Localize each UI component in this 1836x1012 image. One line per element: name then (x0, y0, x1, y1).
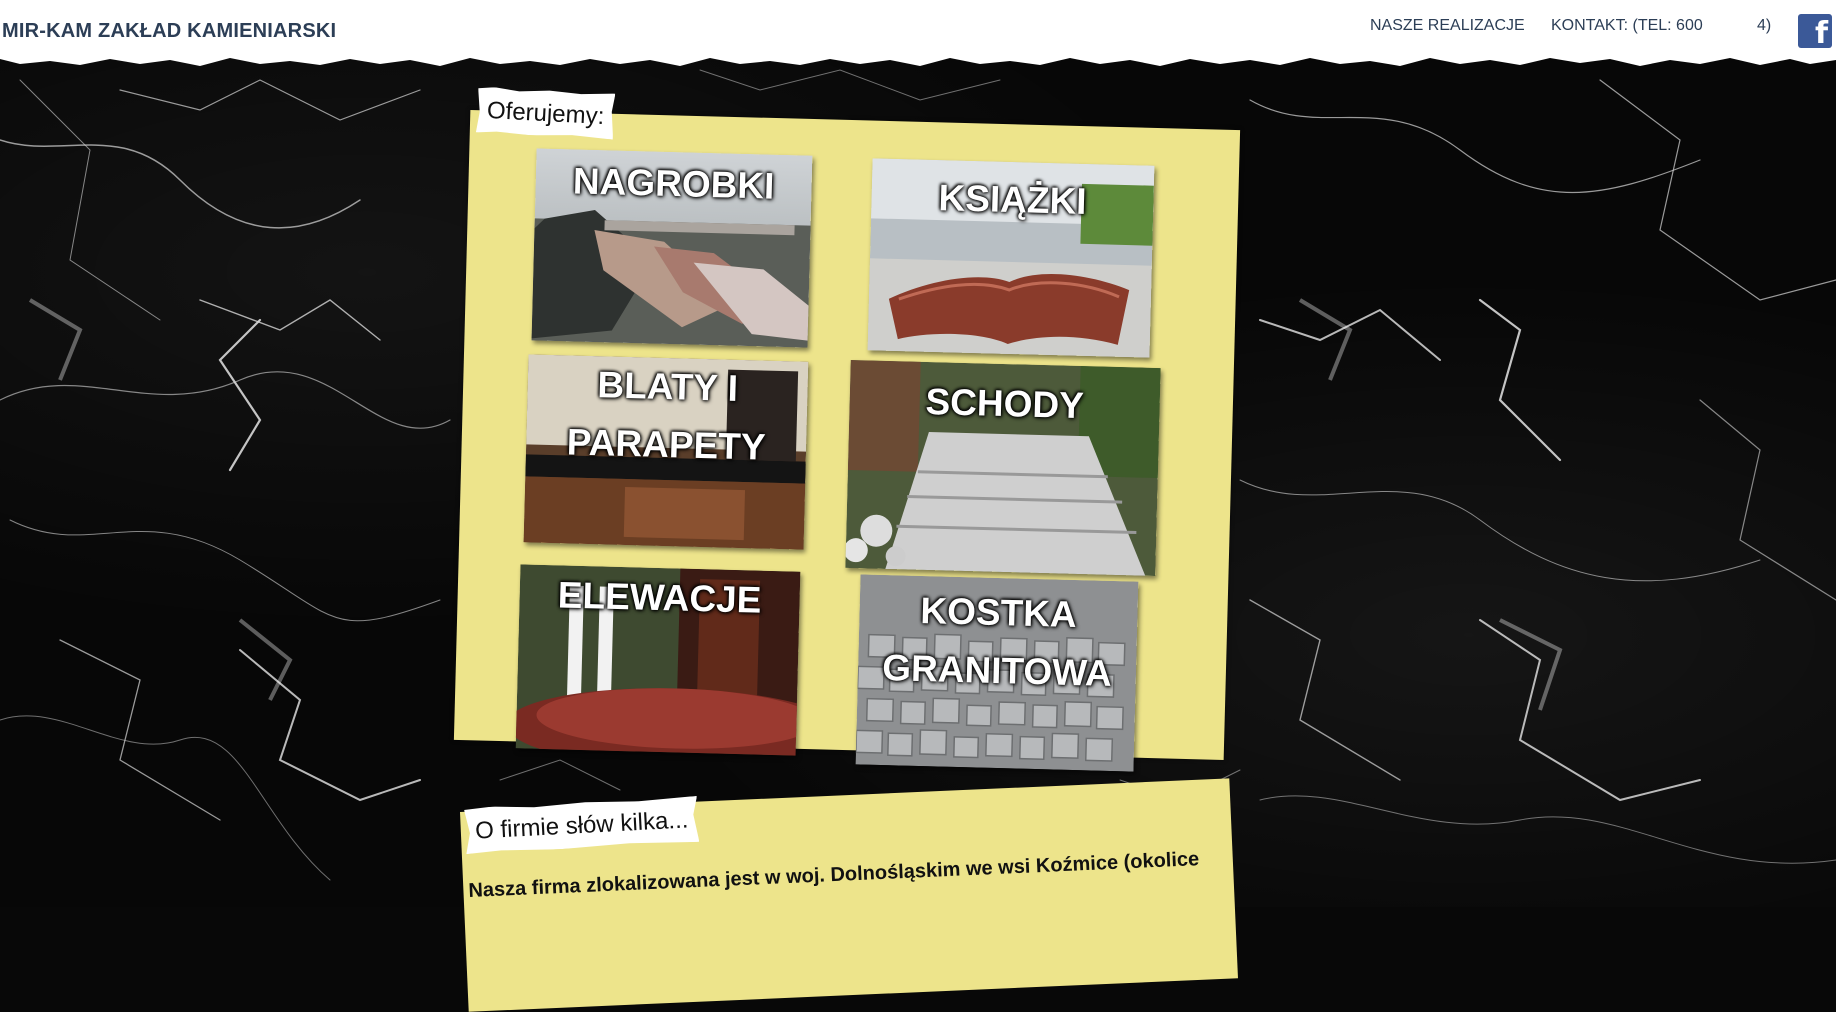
tile-title-nagrobki: NAGROBKI (572, 160, 775, 207)
tile-title-blaty: BLATY I PARAPETY (566, 364, 767, 468)
tile-blaty[interactable]: BLATY I PARAPETY (523, 354, 809, 550)
torn-paper-edge (0, 52, 1836, 66)
tile-title-schody: SCHODY (925, 380, 1085, 427)
facebook-icon[interactable]: f (1798, 14, 1832, 48)
nav-contact[interactable]: KONTAKT: (TEL: 600 (1551, 17, 1703, 35)
nav-contact-end[interactable]: 4) (1757, 17, 1771, 35)
offer-label: Oferujemy: (476, 86, 616, 139)
nav-realizations[interactable]: NASZE REALIZACJE (1370, 17, 1525, 35)
tile-ksiazki[interactable]: KSIĄŻKI (867, 158, 1155, 358)
tile-kostka[interactable]: KOSTKA GRANITOWA (855, 574, 1139, 772)
tile-nagrobki[interactable]: NAGROBKI (531, 148, 813, 348)
site-header: MIR-KAM ZAKŁAD KAMIENIARSKI NASZE REALIZ… (0, 0, 1836, 58)
tile-schody[interactable]: SCHODY (845, 359, 1161, 577)
tile-title-kostka: KOSTKA GRANITOWA (881, 589, 1113, 694)
tile-elewacje[interactable]: ELEWACJE (515, 564, 801, 756)
tile-title-ksiazki: KSIĄŻKI (938, 177, 1088, 222)
tile-title-elewacje: ELEWACJE (557, 574, 762, 621)
site-logo[interactable]: MIR-KAM ZAKŁAD KAMIENIARSKI (2, 20, 336, 43)
